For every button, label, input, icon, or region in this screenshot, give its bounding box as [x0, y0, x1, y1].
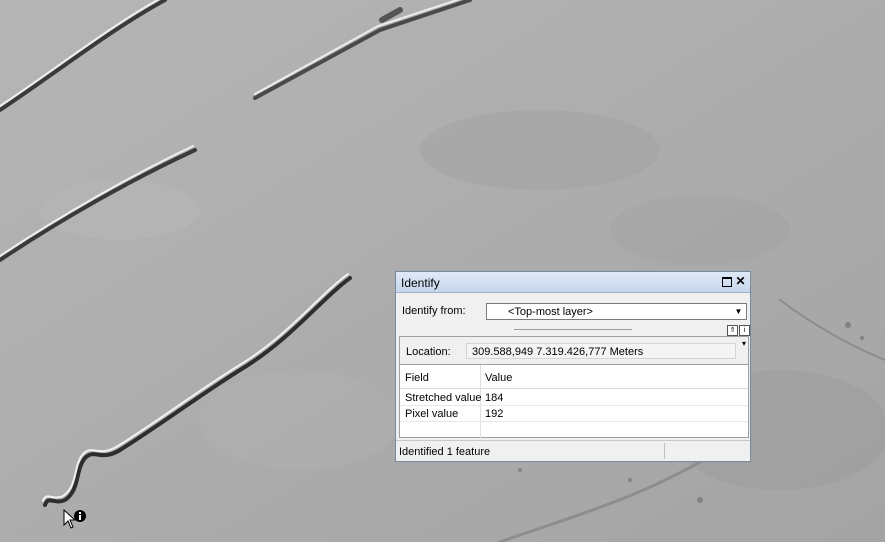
resize-separator[interactable] [514, 329, 632, 330]
chevron-down-icon[interactable]: ▼ [731, 304, 746, 319]
identify-from-label: Identify from: [402, 305, 466, 317]
table-row[interactable]: Pixel value 192 [400, 406, 748, 422]
results-header: Field Value [400, 365, 748, 389]
identify-titlebar[interactable]: Identify ✕ [396, 272, 750, 293]
status-divider [664, 443, 665, 459]
identify-from-dropdown[interactable]: <Top-most layer> ▼ [486, 303, 747, 320]
identify-cursor-icon [63, 509, 86, 529]
value-column-header[interactable]: Value [485, 372, 512, 384]
field-name: Stretched value [405, 392, 482, 404]
field-value: 192 [485, 408, 504, 420]
pin-icon[interactable]: ▾ [742, 340, 748, 348]
table-row[interactable]: Stretched value 184 [400, 390, 748, 406]
status-bar: Identified 1 feature [396, 440, 750, 462]
identify-from-value: <Top-most layer> [508, 306, 593, 318]
identify-window: Identify ✕ Identify from: <Top-most laye… [395, 271, 751, 462]
collapse-icon[interactable]: ⇑ [727, 325, 738, 336]
location-row: Location: 309.588,949 7.319.426,777 Mete… [400, 337, 748, 365]
field-value: 184 [485, 392, 504, 404]
info-toggle-icon[interactable]: i [739, 325, 750, 336]
field-column-header[interactable]: Field [405, 372, 429, 384]
restore-icon[interactable] [720, 275, 733, 288]
status-text: Identified 1 feature [399, 446, 491, 458]
location-value[interactable]: 309.588,949 7.319.426,777 Meters [466, 343, 736, 359]
close-icon[interactable]: ✕ [734, 275, 747, 288]
results-panel: Location: 309.588,949 7.319.426,777 Mete… [399, 336, 749, 439]
field-name: Pixel value [405, 408, 459, 420]
window-title: Identify [401, 276, 440, 290]
location-label: Location: [406, 346, 451, 358]
